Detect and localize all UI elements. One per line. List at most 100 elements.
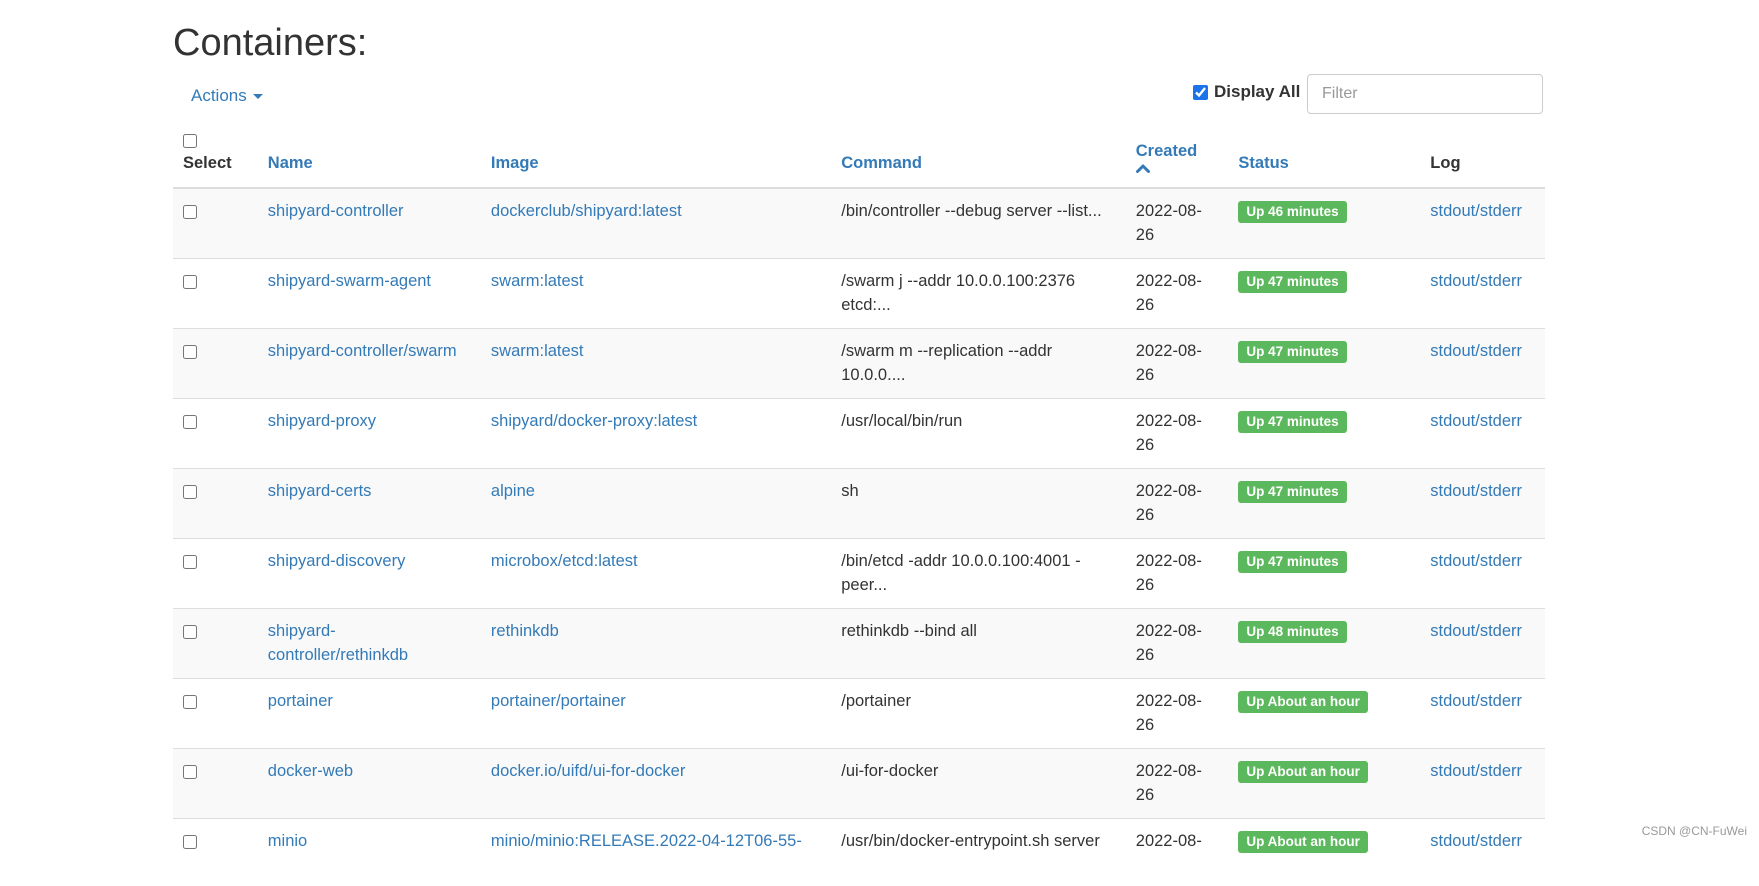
name-cell: shipyard-swarm-agent — [258, 259, 481, 329]
container-created: 2022-08-26 — [1136, 412, 1202, 454]
row-select-checkbox[interactable] — [183, 345, 197, 359]
row-select-checkbox[interactable] — [183, 555, 197, 569]
container-image-link[interactable]: microbox/etcd:latest — [491, 552, 638, 570]
created-cell: 2022-08-26 — [1126, 399, 1229, 469]
log-cell: stdout/stderr — [1420, 399, 1545, 469]
log-link[interactable]: stdout/stderr — [1430, 272, 1522, 290]
container-image-link[interactable]: rethinkdb — [491, 622, 559, 640]
container-created: 2022-08-26 — [1136, 202, 1202, 244]
container-image-link[interactable]: alpine — [491, 482, 535, 500]
container-image-link[interactable]: minio/minio:RELEASE.2022-04-12T06-55- — [491, 832, 802, 850]
row-select-checkbox[interactable] — [183, 275, 197, 289]
actions-dropdown[interactable]: Actions — [191, 86, 263, 106]
status-column-header[interactable]: Status — [1228, 126, 1420, 188]
log-link[interactable]: stdout/stderr — [1430, 692, 1522, 710]
select-cell — [173, 679, 258, 749]
caret-down-icon — [253, 94, 263, 99]
name-cell: shipyard-discovery — [258, 539, 481, 609]
display-all-label: Display All — [1214, 82, 1300, 102]
table-row: docker-webdocker.io/uifd/ui-for-docker/u… — [173, 749, 1545, 819]
select-header-label: Select — [183, 154, 232, 172]
log-link[interactable]: stdout/stderr — [1430, 762, 1522, 780]
log-link[interactable]: stdout/stderr — [1430, 202, 1522, 220]
container-name-link[interactable]: shipyard-controller/rethinkdb — [268, 622, 408, 664]
container-image-link[interactable]: dockerclub/shipyard:latest — [491, 202, 682, 220]
log-link[interactable]: stdout/stderr — [1430, 412, 1522, 430]
status-badge: Up 47 minutes — [1238, 481, 1346, 503]
container-name-link[interactable]: shipyard-controller/swarm — [268, 342, 457, 360]
log-link[interactable]: stdout/stderr — [1430, 622, 1522, 640]
select-cell — [173, 399, 258, 469]
image-cell: rethinkdb — [481, 609, 831, 679]
containers-table: Select Name Image Command Created Status… — [173, 126, 1545, 886]
container-created: 2022-08-26 — [1136, 342, 1202, 384]
table-row: shipyard-certsalpinesh2022-08-26Up 47 mi… — [173, 469, 1545, 539]
image-cell: microbox/etcd:latest — [481, 539, 831, 609]
container-name-link[interactable]: shipyard-swarm-agent — [268, 272, 431, 290]
status-badge: Up 47 minutes — [1238, 551, 1346, 573]
image-cell: docker.io/uifd/ui-for-docker — [481, 749, 831, 819]
image-column-header[interactable]: Image — [481, 126, 831, 188]
command-cell: /swarm j --addr 10.0.0.100:2376 etcd:... — [831, 259, 1126, 329]
status-badge: Up 47 minutes — [1238, 341, 1346, 363]
container-name-link[interactable]: shipyard-discovery — [268, 552, 406, 570]
created-cell: 2022-08-26 — [1126, 609, 1229, 679]
container-command: /bin/controller --debug server --list... — [841, 202, 1101, 220]
select-cell — [173, 469, 258, 539]
row-select-checkbox[interactable] — [183, 835, 197, 849]
command-cell: /usr/bin/docker-entrypoint.sh server — [831, 819, 1126, 886]
display-all-toggle[interactable]: Display All — [1193, 82, 1300, 102]
container-name-link[interactable]: shipyard-controller — [268, 202, 404, 220]
image-cell: shipyard/docker-proxy:latest — [481, 399, 831, 469]
container-created: 2022-08-26 — [1136, 692, 1202, 734]
container-image-link[interactable]: swarm:latest — [491, 342, 584, 360]
container-command: rethinkdb --bind all — [841, 622, 977, 640]
row-select-checkbox[interactable] — [183, 415, 197, 429]
container-name-link[interactable]: docker-web — [268, 762, 353, 780]
command-column-header[interactable]: Command — [831, 126, 1126, 188]
status-cell: Up 47 minutes — [1228, 259, 1420, 329]
created-cell: 2022-08-26 — [1126, 329, 1229, 399]
select-all-checkbox[interactable] — [183, 134, 197, 148]
log-cell: stdout/stderr — [1420, 609, 1545, 679]
container-name-link[interactable]: minio — [268, 832, 307, 850]
log-link[interactable]: stdout/stderr — [1430, 552, 1522, 570]
filter-input[interactable] — [1307, 74, 1543, 114]
container-name-link[interactable]: portainer — [268, 692, 333, 710]
name-cell: shipyard-controller/swarm — [258, 329, 481, 399]
row-select-checkbox[interactable] — [183, 205, 197, 219]
name-column-header[interactable]: Name — [258, 126, 481, 188]
log-link[interactable]: stdout/stderr — [1430, 482, 1522, 500]
created-column-header[interactable]: Created — [1126, 126, 1229, 188]
row-select-checkbox[interactable] — [183, 695, 197, 709]
log-cell: stdout/stderr — [1420, 539, 1545, 609]
log-column-header: Log — [1420, 126, 1545, 188]
log-link[interactable]: stdout/stderr — [1430, 342, 1522, 360]
created-cell: 2022-08-26 — [1126, 539, 1229, 609]
container-image-link[interactable]: shipyard/docker-proxy:latest — [491, 412, 697, 430]
container-name-link[interactable]: shipyard-certs — [268, 482, 372, 500]
created-cell: 2022-08-26 — [1126, 749, 1229, 819]
container-image-link[interactable]: portainer/portainer — [491, 692, 626, 710]
name-cell: docker-web — [258, 749, 481, 819]
row-select-checkbox[interactable] — [183, 485, 197, 499]
display-all-checkbox[interactable] — [1193, 85, 1208, 100]
container-image-link[interactable]: swarm:latest — [491, 272, 584, 290]
image-cell: minio/minio:RELEASE.2022-04-12T06-55- — [481, 819, 831, 886]
command-cell: /bin/controller --debug server --list... — [831, 188, 1126, 259]
container-command: /bin/etcd -addr 10.0.0.100:4001 -peer... — [841, 552, 1080, 594]
container-command: /portainer — [841, 692, 911, 710]
log-link[interactable]: stdout/stderr — [1430, 832, 1522, 850]
row-select-checkbox[interactable] — [183, 765, 197, 779]
container-image-link[interactable]: docker.io/uifd/ui-for-docker — [491, 762, 685, 780]
row-select-checkbox[interactable] — [183, 625, 197, 639]
created-cell: 2022-08-26 — [1126, 679, 1229, 749]
table-row: shipyard-controller/rethinkdb rethinkdb re… — [173, 609, 1545, 679]
container-created: 2022-08-26 — [1136, 622, 1202, 664]
table-row: shipyard-proxy shipyard/docker-proxy:late… — [173, 399, 1545, 469]
status-badge: Up About an hour — [1238, 691, 1367, 713]
status-badge: Up About an hour — [1238, 761, 1367, 783]
select-cell — [173, 749, 258, 819]
container-name-link[interactable]: shipyard-proxy — [268, 412, 376, 430]
actions-label: Actions — [191, 86, 247, 105]
